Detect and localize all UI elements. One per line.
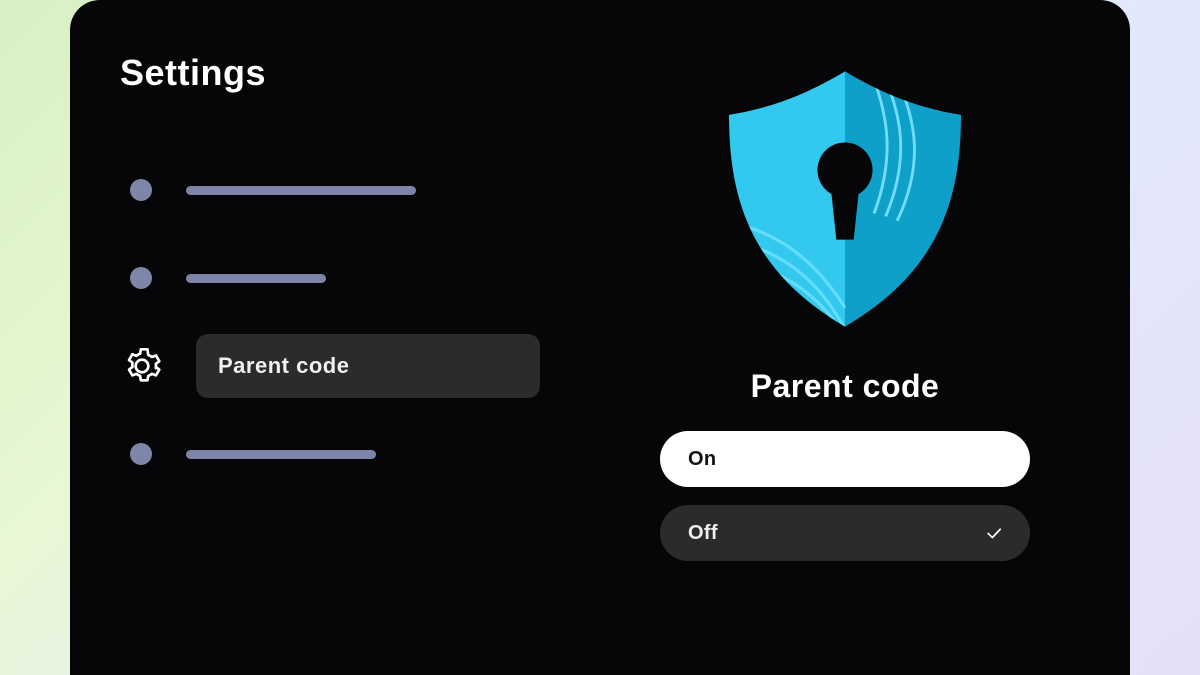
option-label: Off xyxy=(688,522,718,545)
option-label: On xyxy=(688,448,716,471)
settings-menu: Parent code xyxy=(120,164,580,480)
menu-item-placeholder-1[interactable] xyxy=(130,164,580,216)
settings-panel: Settings Par xyxy=(70,0,1130,675)
option-on[interactable]: On xyxy=(660,431,1030,487)
menu-item-parent-code[interactable]: Parent code xyxy=(130,340,580,392)
dot-icon xyxy=(130,267,152,289)
menu-item-placeholder-2[interactable] xyxy=(130,252,580,304)
detail-title: Parent code xyxy=(751,368,940,405)
placeholder-bar xyxy=(186,186,416,195)
settings-sidebar: Settings Par xyxy=(120,48,580,675)
menu-item-label: Parent code xyxy=(196,334,540,398)
placeholder-bar xyxy=(186,274,326,283)
dot-icon xyxy=(130,179,152,201)
toggle-options: On Off xyxy=(660,431,1030,561)
app-background: Settings Par xyxy=(0,0,1200,675)
check-icon xyxy=(984,523,1004,543)
gear-icon xyxy=(122,346,162,386)
detail-pane: Parent code On Off xyxy=(610,48,1080,675)
placeholder-bar xyxy=(186,450,376,459)
shield-lock-icon xyxy=(700,54,990,344)
dot-icon xyxy=(130,443,152,465)
page-title: Settings xyxy=(120,52,580,94)
menu-item-placeholder-3[interactable] xyxy=(130,428,580,480)
option-off[interactable]: Off xyxy=(660,505,1030,561)
